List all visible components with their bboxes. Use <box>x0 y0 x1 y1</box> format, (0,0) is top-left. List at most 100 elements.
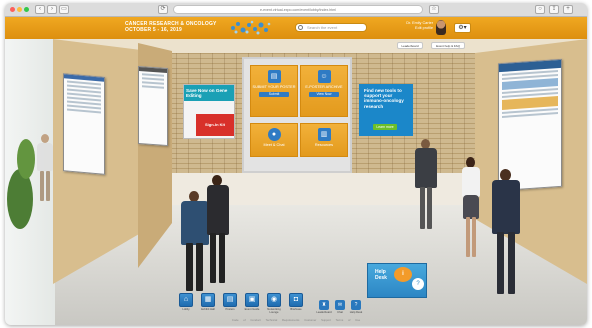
exhibit-hall-nav-button[interactable]: ▦ <box>201 293 215 307</box>
book-icon: ▥ <box>317 128 331 141</box>
close-window-icon[interactable] <box>10 7 15 12</box>
tile-title: SUBMIT YOUR POSTER <box>252 85 296 89</box>
home-icon: ⌂ <box>183 296 189 303</box>
poster-board[interactable] <box>138 65 168 147</box>
plant-image <box>17 139 35 179</box>
user-profile-link[interactable]: Edit profile <box>393 26 433 31</box>
person-body <box>462 167 480 197</box>
new-tab-icon[interactable]: + <box>563 5 573 14</box>
calendar-icon: ▣ <box>248 296 256 303</box>
person-leg <box>427 187 432 229</box>
person-head <box>41 134 49 143</box>
refresh-icon[interactable]: ⟳ <box>158 5 168 14</box>
person-body <box>37 143 53 171</box>
event-header: CANCER RESEARCH & ONCOLOGY OCTOBER 5 - 1… <box>5 17 587 39</box>
share-icon[interactable]: ⇪ <box>549 5 559 14</box>
footer-link[interactable]: Code of Conduct <box>232 318 261 322</box>
person-leg <box>497 232 504 294</box>
gene-editing-ad[interactable]: Save Now on Gene Editing Sign-In Kit <box>183 84 235 139</box>
immuno-oncology-ad[interactable]: Find new tools to support your immuno-on… <box>359 84 413 136</box>
nav-label: Networking Lounge <box>267 308 281 315</box>
trophy-icon: ♜ <box>321 302 327 308</box>
chat-icon: ● <box>267 128 281 141</box>
user-icon: ☺ <box>317 70 331 83</box>
person-skirt <box>463 195 479 219</box>
lobby-nav-button[interactable]: ⌂ <box>179 293 193 307</box>
person-figure <box>413 139 439 231</box>
footer-link[interactable]: Terms of Use <box>336 318 360 322</box>
poster-header <box>139 67 167 73</box>
help-button[interactable]: ? <box>351 300 361 310</box>
help-desk-sign[interactable]: Help Desk i ? <box>367 263 427 298</box>
person-leg <box>219 233 225 283</box>
back-icon[interactable]: ‹ <box>35 5 45 14</box>
address-bar[interactable]: e-event.virtual-expo.com/event/lobby/ind… <box>173 5 423 14</box>
extension-icon[interactable]: ○ <box>535 5 545 14</box>
poster-icon: ▤ <box>226 296 234 303</box>
person-leg <box>466 217 470 257</box>
person-figure <box>460 157 482 257</box>
info-kiosk: ▤ SUBMIT YOUR POSTER Submit ☺ E-POSTER A… <box>242 57 352 173</box>
nav-label: Exhibit Hall <box>201 308 215 311</box>
tile-title: Resources <box>314 143 334 147</box>
leaderboard-link[interactable]: Leaderboard <box>397 42 423 49</box>
footer-link[interactable]: Customer Support <box>304 318 331 322</box>
person-figure <box>35 134 57 204</box>
browser-chrome: ‹ › ▭ ⟳ e-event.virtual-expo.com/event/l… <box>5 3 587 17</box>
nav-label: Briefcase <box>290 308 302 311</box>
chat-bubble-icon: ✉ <box>337 302 343 308</box>
submit-poster-tile[interactable]: ▤ SUBMIT YOUR POSTER Submit <box>250 65 298 117</box>
bag-icon: ◘ <box>293 296 299 303</box>
footer-links: Code of Conduct Technical Requirements C… <box>5 315 587 325</box>
event-logo-icon[interactable] <box>227 19 273 37</box>
sidebar-toggle-icon[interactable]: ▭ <box>59 5 69 14</box>
user-info[interactable]: Dr. Emily Carter Edit profile <box>393 21 433 31</box>
help-faq-link[interactable]: Event help & FAQ <box>431 42 465 49</box>
bookmark-icon[interactable]: ☆ <box>429 5 439 14</box>
nav-label: Posters <box>225 308 235 311</box>
settings-button[interactable]: ⚙▾ <box>454 23 471 33</box>
doc-icon: ▤ <box>267 70 281 83</box>
minimize-window-icon[interactable] <box>17 7 22 12</box>
networking-icon: ◉ <box>270 296 278 303</box>
help-desk-label: Help Desk <box>375 269 387 281</box>
avatar[interactable] <box>436 20 446 35</box>
view-now-button[interactable]: View Now <box>309 92 339 98</box>
meet-chat-tile[interactable]: ● Meet & Chat <box>250 123 298 157</box>
virtual-lobby-scene: Save Now on Gene Editing Sign-In Kit ▤ S… <box>5 39 587 325</box>
learn-more-button[interactable]: Learn more <box>373 124 397 130</box>
maximize-window-icon[interactable] <box>24 7 29 12</box>
poster-line <box>142 73 164 77</box>
poster-board[interactable] <box>63 73 105 175</box>
person-leg <box>186 243 193 291</box>
person-leg <box>210 233 216 283</box>
leaderboard-button[interactable]: ♜ <box>319 300 329 310</box>
forward-icon[interactable]: › <box>47 5 57 14</box>
footer-link[interactable]: Technical Requirements <box>266 318 300 322</box>
person-figure <box>205 175 231 285</box>
poster-line <box>67 108 101 114</box>
submit-button[interactable]: Submit <box>259 92 289 98</box>
gear-icon: ⚙▾ <box>458 25 467 31</box>
tile-title: Meet & Chat <box>263 143 285 147</box>
chat-button[interactable]: ✉ <box>335 300 345 310</box>
tile-title: E-POSTER ARCHIVE <box>305 85 343 89</box>
eposter-archive-tile[interactable]: ☺ E-POSTER ARCHIVE View Now <box>300 65 348 117</box>
exhibit-icon: ▦ <box>204 296 212 303</box>
search-icon <box>298 25 303 30</box>
networking-nav-button[interactable]: ◉ <box>267 293 281 307</box>
posters-nav-button[interactable]: ▤ <box>223 293 237 307</box>
help-icon: ? <box>354 302 358 308</box>
ad-title: Find new tools to support your immuno-on… <box>364 88 404 109</box>
search-input[interactable]: Search the event <box>295 23 367 32</box>
ad-banner: Sign-In Kit <box>196 114 234 136</box>
person-figure <box>489 169 523 299</box>
event-title[interactable]: CANCER RESEARCH & ONCOLOGY OCTOBER 5 - 1… <box>125 21 217 33</box>
info-icon: i <box>394 267 412 282</box>
person-leg <box>420 187 425 229</box>
event-guide-nav-button[interactable]: ▣ <box>245 293 259 307</box>
briefcase-nav-button[interactable]: ◘ <box>289 293 303 307</box>
nav-label: Event Guide <box>244 308 260 311</box>
resources-tile[interactable]: ▥ Resources <box>300 123 348 157</box>
person-leg <box>196 243 203 291</box>
